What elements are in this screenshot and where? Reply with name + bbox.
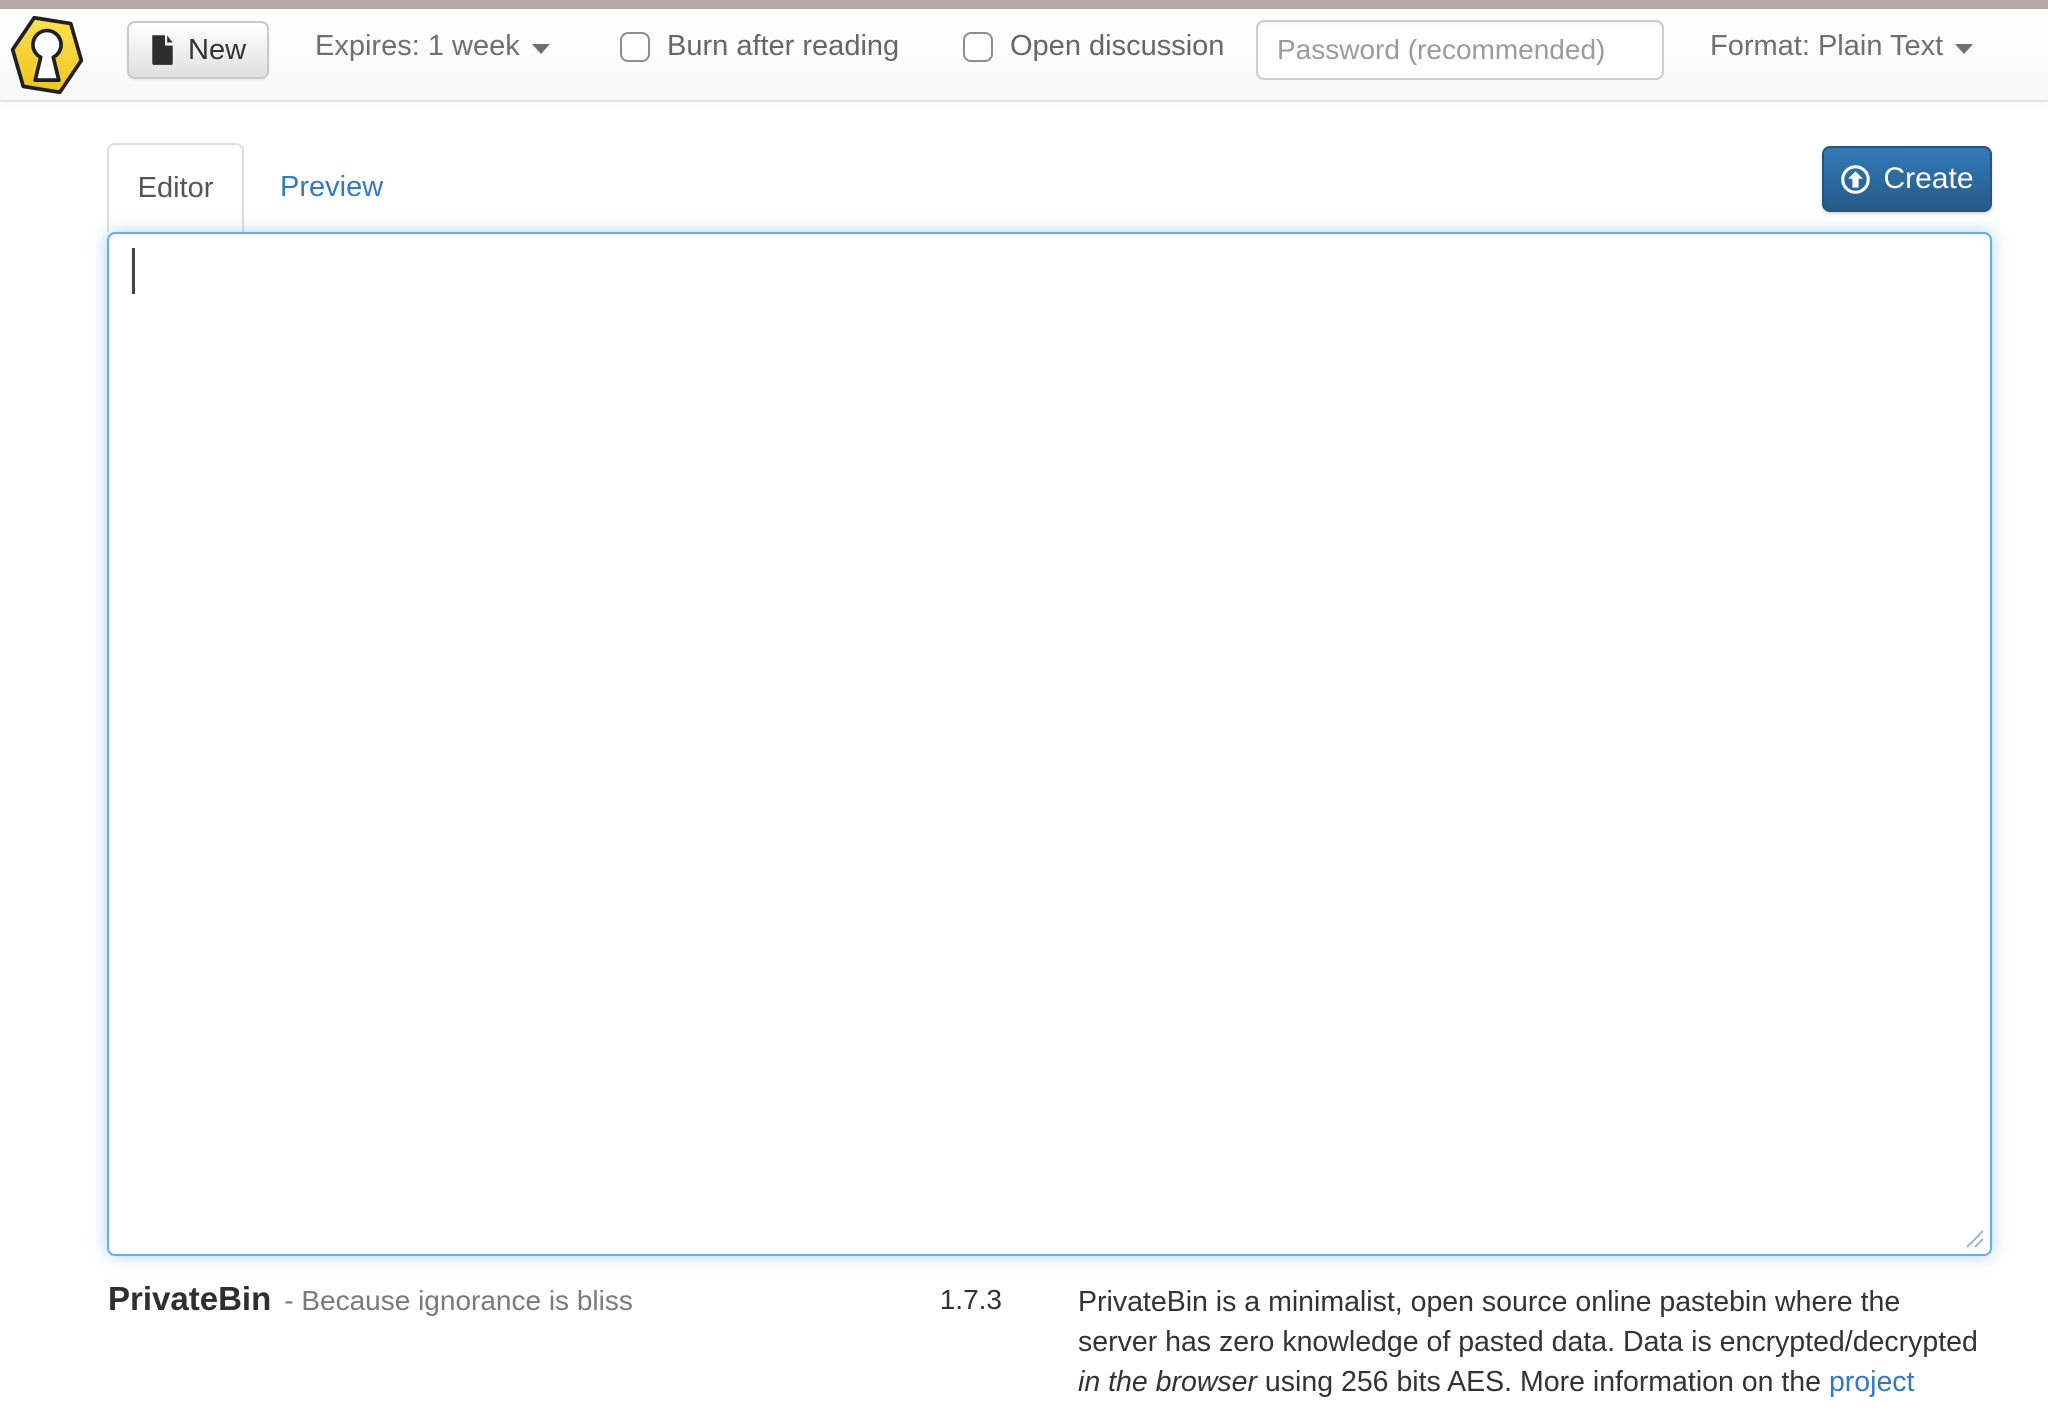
burn-after-reading-option[interactable]: Burn after reading <box>620 0 899 93</box>
version-number: 1.7.3 <box>860 1284 1002 1316</box>
footer-brand: PrivateBin - Because ignorance is bliss <box>108 1280 633 1318</box>
open-discussion-label: Open discussion <box>1010 30 1224 63</box>
navbar: New Expires: 1 week Burn after reading O… <box>0 9 2048 102</box>
caret-down-icon <box>532 44 550 54</box>
new-paste-label: New <box>188 34 246 67</box>
about-part1: PrivateBin is a minimalist, open source … <box>1078 1286 1978 1358</box>
tab-preview[interactable]: Preview <box>280 143 383 232</box>
caret-down-icon <box>1955 44 1973 54</box>
burn-after-reading-checkbox[interactable] <box>620 32 650 62</box>
expires-label: Expires: 1 week <box>315 30 520 63</box>
about-text: PrivateBin is a minimalist, open source … <box>1078 1282 1983 1413</box>
format-label: Format: Plain Text <box>1710 30 1943 63</box>
password-input[interactable] <box>1256 20 1664 80</box>
paste-textarea[interactable] <box>107 232 1992 1256</box>
about-part3: . <box>1141 1406 1149 1413</box>
about-part2: using 256 bits AES. More information on … <box>1257 1366 1829 1398</box>
app-slogan: - Because ignorance is bliss <box>284 1285 633 1317</box>
about-italic: in the browser <box>1078 1366 1257 1398</box>
expires-dropdown[interactable]: Expires: 1 week <box>315 0 550 93</box>
tab-preview-label: Preview <box>280 171 383 204</box>
open-discussion-option[interactable]: Open discussion <box>963 0 1224 93</box>
create-button[interactable]: Create <box>1822 146 1992 212</box>
new-paste-button[interactable]: New <box>127 21 269 79</box>
format-dropdown[interactable]: Format: Plain Text <box>1710 0 1973 93</box>
privatebin-logo-icon[interactable] <box>10 12 84 98</box>
create-button-label: Create <box>1883 162 1973 196</box>
tab-editor-label: Editor <box>138 172 214 205</box>
app-name: PrivateBin <box>108 1280 271 1318</box>
editor-area <box>107 232 1992 1256</box>
circle-arrow-up-icon <box>1840 164 1871 195</box>
open-discussion-checkbox[interactable] <box>963 32 993 62</box>
tab-editor[interactable]: Editor <box>107 143 244 232</box>
burn-after-reading-label: Burn after reading <box>667 30 899 63</box>
file-icon <box>150 34 175 66</box>
